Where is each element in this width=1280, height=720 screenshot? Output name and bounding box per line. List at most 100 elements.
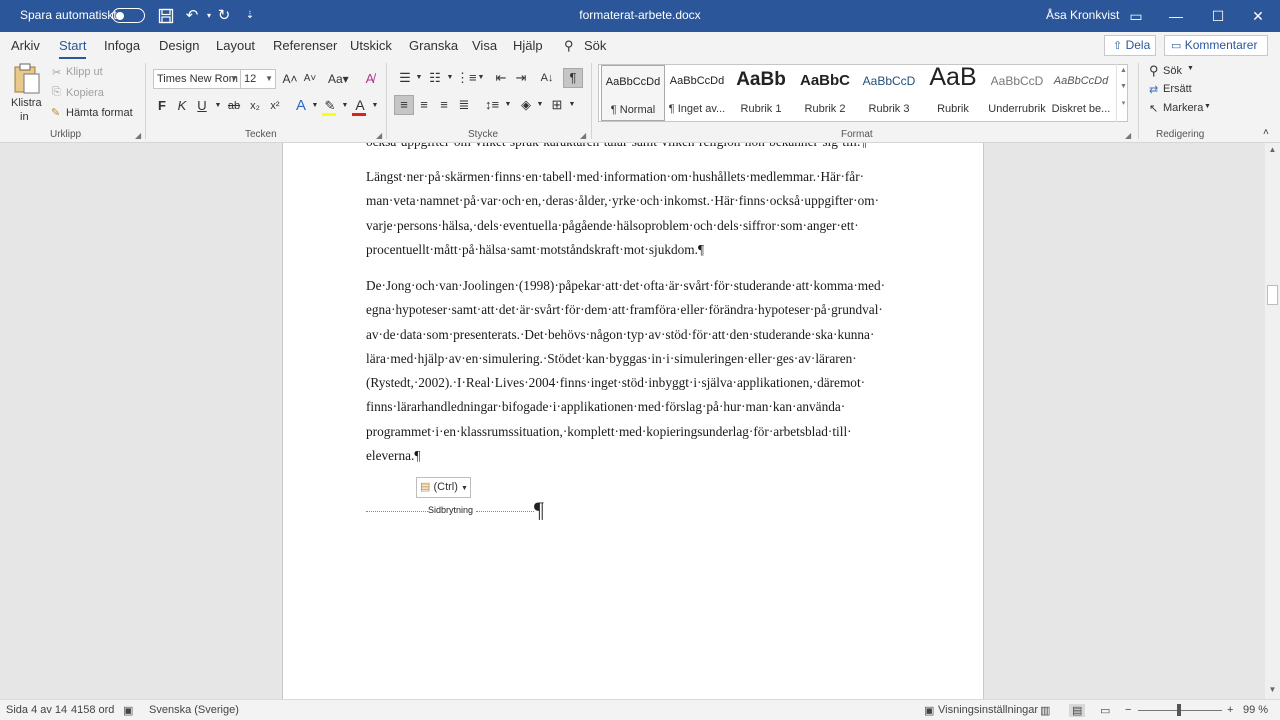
- chevron-down-icon[interactable]: ▼: [471, 68, 491, 88]
- style-title[interactable]: AaB Rubrik: [921, 63, 985, 121]
- align-right-icon[interactable]: ≡: [434, 95, 454, 115]
- chevron-down-icon[interactable]: ▼: [562, 95, 582, 115]
- format-painter-label[interactable]: Hämta format: [66, 107, 133, 119]
- subscript-icon[interactable]: x₂: [245, 96, 265, 116]
- web-layout-icon[interactable]: ▭: [1100, 704, 1110, 717]
- increase-indent-icon[interactable]: ⇥: [511, 68, 531, 88]
- zoom-level[interactable]: 99 %: [1243, 704, 1268, 716]
- close-icon[interactable]: ✕: [1238, 0, 1278, 32]
- style-no-spacing[interactable]: AaBbCcDd ¶ Inget av...: [665, 65, 729, 121]
- style-subtitle[interactable]: AaBbCcD Underrubrik: [985, 65, 1049, 121]
- font-name-combo[interactable]: Times New Rom ▼: [153, 69, 241, 89]
- copy-label[interactable]: Kopiera: [66, 87, 104, 99]
- styles-launcher-icon[interactable]: ◢: [1125, 131, 1131, 140]
- select-label[interactable]: Markera: [1163, 102, 1203, 114]
- sort-icon[interactable]: A↓: [537, 68, 557, 88]
- chevron-down-icon[interactable]: ▼: [365, 96, 385, 116]
- align-center-icon[interactable]: ≡: [414, 95, 434, 115]
- italic-button[interactable]: K: [172, 96, 192, 116]
- style-heading-2[interactable]: AaBbC Rubrik 2: [793, 65, 857, 121]
- tab-layout[interactable]: Layout: [216, 38, 255, 53]
- zoom-in-icon[interactable]: +: [1227, 704, 1233, 716]
- search-label[interactable]: Sök: [584, 38, 606, 53]
- ribbon-display-options-icon[interactable]: ▭: [1116, 0, 1156, 32]
- paragraph[interactable]: De·Jong·och·van·Joolingen·(1998)·påpekar…: [366, 274, 906, 468]
- scroll-down-icon[interactable]: ▼: [1265, 685, 1280, 694]
- separator: [1138, 63, 1139, 139]
- paragraph[interactable]: också·uppgifter·om·vilket·språk·karaktär…: [366, 143, 906, 154]
- replace-label[interactable]: Ersätt: [1163, 83, 1192, 95]
- find-label[interactable]: Sök: [1163, 65, 1182, 77]
- grow-font-icon[interactable]: A˄: [280, 69, 300, 89]
- chevron-down-icon: ▼: [460, 485, 468, 492]
- language[interactable]: Svenska (Sverige): [149, 704, 239, 716]
- justify-icon[interactable]: ≣: [454, 95, 474, 115]
- search-icon[interactable]: ⚲: [564, 38, 574, 54]
- share-button[interactable]: ⇧ Dela: [1104, 35, 1156, 56]
- scroll-thumb[interactable]: [1267, 285, 1278, 305]
- comments-button[interactable]: ▭ Kommentarer: [1164, 35, 1268, 56]
- print-layout-icon[interactable]: ▤: [1069, 704, 1086, 717]
- page-count[interactable]: Sida 4 av 14: [6, 704, 67, 716]
- tab-arkiv[interactable]: Arkiv: [11, 38, 40, 53]
- tab-utskick[interactable]: Utskick: [350, 38, 392, 53]
- strikethrough-icon[interactable]: ab: [224, 96, 244, 116]
- paste-options-button[interactable]: ▤ (Ctrl) ▼: [416, 477, 471, 498]
- bold-button[interactable]: F: [152, 96, 172, 116]
- paste-label-line2: in: [20, 111, 29, 123]
- style-heading-3[interactable]: AaBbCcD Rubrik 3: [857, 65, 921, 121]
- paragraph-group-label: Stycke: [468, 129, 499, 140]
- tab-start[interactable]: Start: [59, 38, 87, 59]
- gallery-scroll[interactable]: ▲ ▼ ▾: [1116, 64, 1130, 122]
- gallery-more-icon[interactable]: ▾: [1117, 99, 1130, 107]
- scroll-up-icon[interactable]: ▲: [1265, 145, 1280, 154]
- vertical-scrollbar[interactable]: ▲ ▼: [1265, 143, 1280, 699]
- collapse-ribbon-icon[interactable]: ˄: [1263, 127, 1269, 138]
- clipboard-launcher-icon[interactable]: ◢: [135, 131, 141, 140]
- autosave-toggle[interactable]: [112, 8, 145, 23]
- chevron-down-icon: ▼: [230, 74, 238, 83]
- tab-granska[interactable]: Granska: [409, 38, 458, 53]
- word-count[interactable]: 4158 ord: [71, 704, 114, 716]
- superscript-icon[interactable]: x²: [265, 96, 285, 116]
- text-line: man·veta·namnet·på·var·och·en,·deras·åld…: [366, 193, 880, 209]
- paragraph-launcher-icon[interactable]: ◢: [580, 131, 586, 140]
- zoom-out-icon[interactable]: −: [1125, 704, 1131, 716]
- paste-button[interactable]: Klistra in: [8, 63, 46, 125]
- document-page[interactable]: också·uppgifter·om·vilket·språk·karaktär…: [282, 143, 984, 699]
- read-mode-icon[interactable]: ▥: [1040, 704, 1050, 717]
- font-launcher-icon[interactable]: ◢: [376, 131, 382, 140]
- decrease-indent-icon[interactable]: ⇤: [491, 68, 511, 88]
- cut-label[interactable]: Klipp ut: [66, 66, 103, 78]
- maximize-icon[interactable]: ☐: [1198, 0, 1238, 32]
- style-normal[interactable]: AaBbCcDd ¶ Normal: [601, 65, 665, 121]
- show-formatting-marks-icon[interactable]: ¶: [563, 68, 583, 88]
- change-case-icon[interactable]: Aa▾: [328, 69, 349, 89]
- chevron-down-icon[interactable]: ▼: [1204, 103, 1211, 110]
- align-left-icon[interactable]: ≡: [394, 95, 414, 115]
- chevron-down-icon[interactable]: ▼: [498, 95, 518, 115]
- minimize-icon[interactable]: —: [1156, 0, 1196, 32]
- clear-formatting-icon[interactable]: A̸: [360, 69, 380, 89]
- page-break-label: Sidbrytning: [428, 505, 474, 515]
- paragraph[interactable]: Längst·ner·på·skärmen·finns·en·tabell·me…: [366, 165, 906, 262]
- style-subtle-emphasis[interactable]: AaBbCcDd Diskret be...: [1049, 65, 1113, 121]
- shrink-font-icon[interactable]: A˅: [300, 69, 320, 89]
- tab-design[interactable]: Design: [159, 38, 199, 53]
- display-settings[interactable]: Visningsinställningar: [938, 704, 1038, 716]
- zoom-slider-thumb[interactable]: [1177, 704, 1181, 716]
- gallery-up-icon[interactable]: ▲: [1117, 67, 1130, 74]
- redo-icon[interactable]: ↻: [214, 6, 234, 26]
- customize-toolbar-icon[interactable]: ⇣: [240, 6, 260, 26]
- tab-infoga[interactable]: Infoga: [104, 38, 140, 53]
- font-size-combo[interactable]: 12 ▼: [240, 69, 276, 89]
- save-icon[interactable]: [156, 6, 176, 26]
- tab-hjalp[interactable]: Hjälp: [513, 38, 543, 53]
- chevron-down-icon[interactable]: ▼: [1187, 65, 1194, 72]
- user-name[interactable]: Åsa Kronkvist: [1046, 8, 1119, 22]
- style-heading-1[interactable]: AaBb Rubrik 1: [729, 65, 793, 121]
- tab-referenser[interactable]: Referenser: [273, 38, 337, 53]
- tab-visa[interactable]: Visa: [472, 38, 497, 53]
- proofing-icon[interactable]: ▣: [123, 704, 133, 717]
- gallery-down-icon[interactable]: ▼: [1117, 83, 1130, 90]
